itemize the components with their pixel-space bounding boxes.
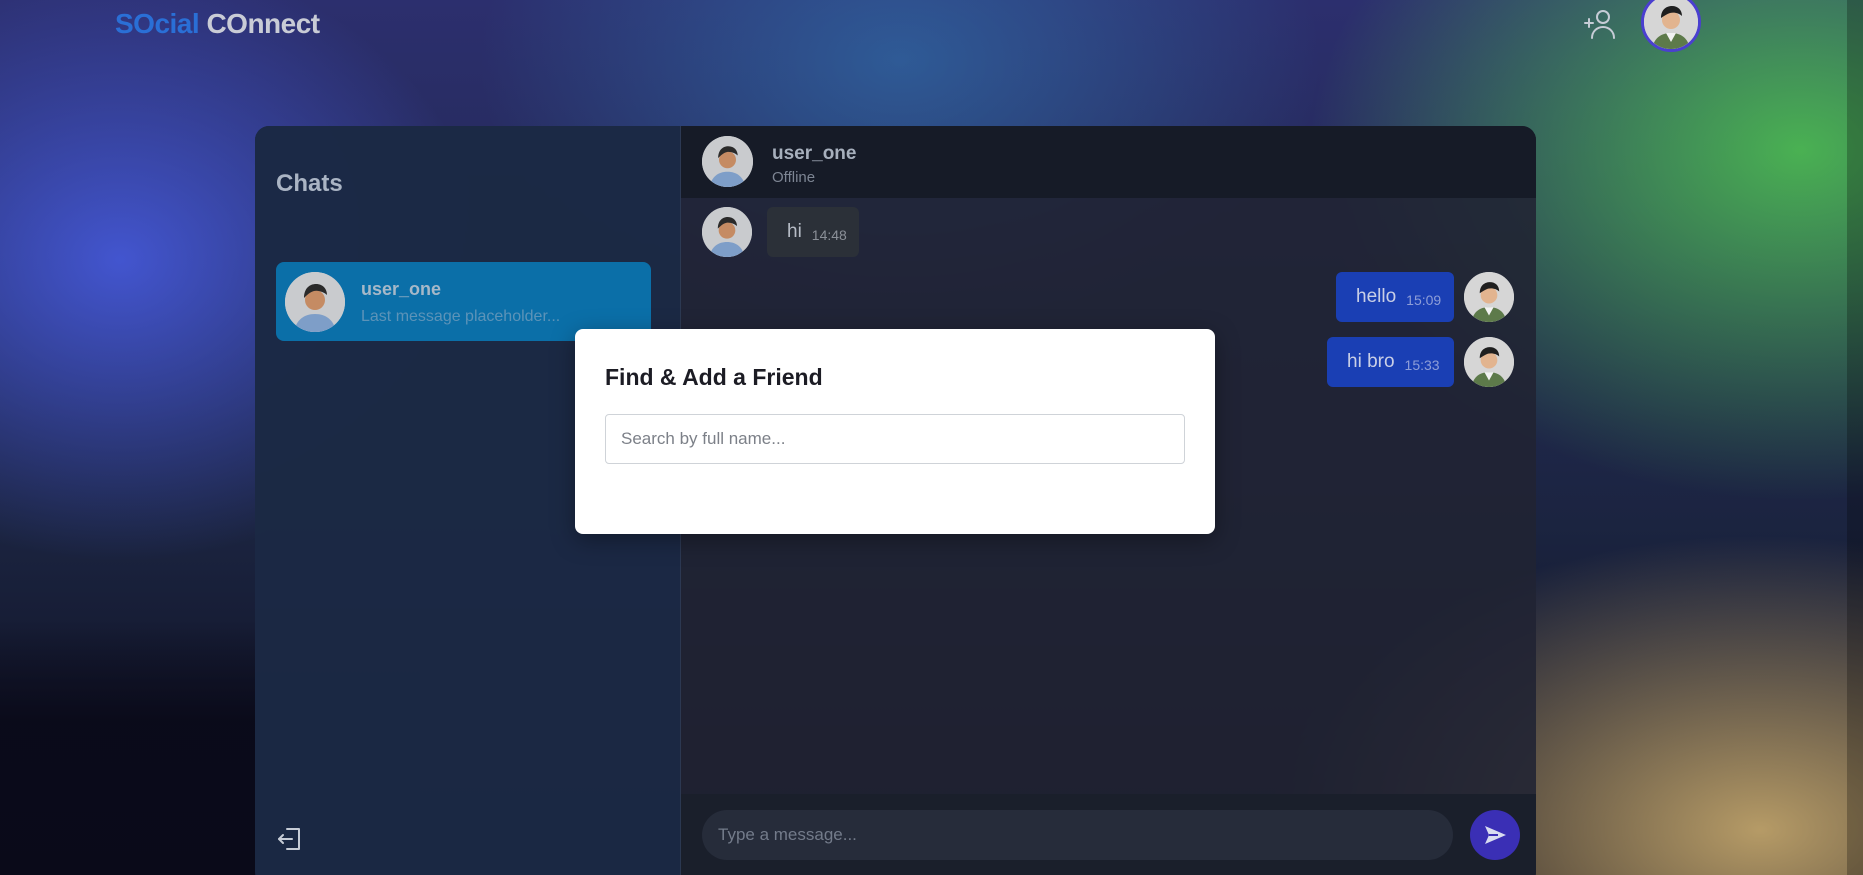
modal-title: Find & Add a Friend xyxy=(605,364,823,390)
add-friend-modal: Find & Add a Friend xyxy=(575,329,1215,534)
friend-search-input[interactable] xyxy=(605,414,1185,464)
